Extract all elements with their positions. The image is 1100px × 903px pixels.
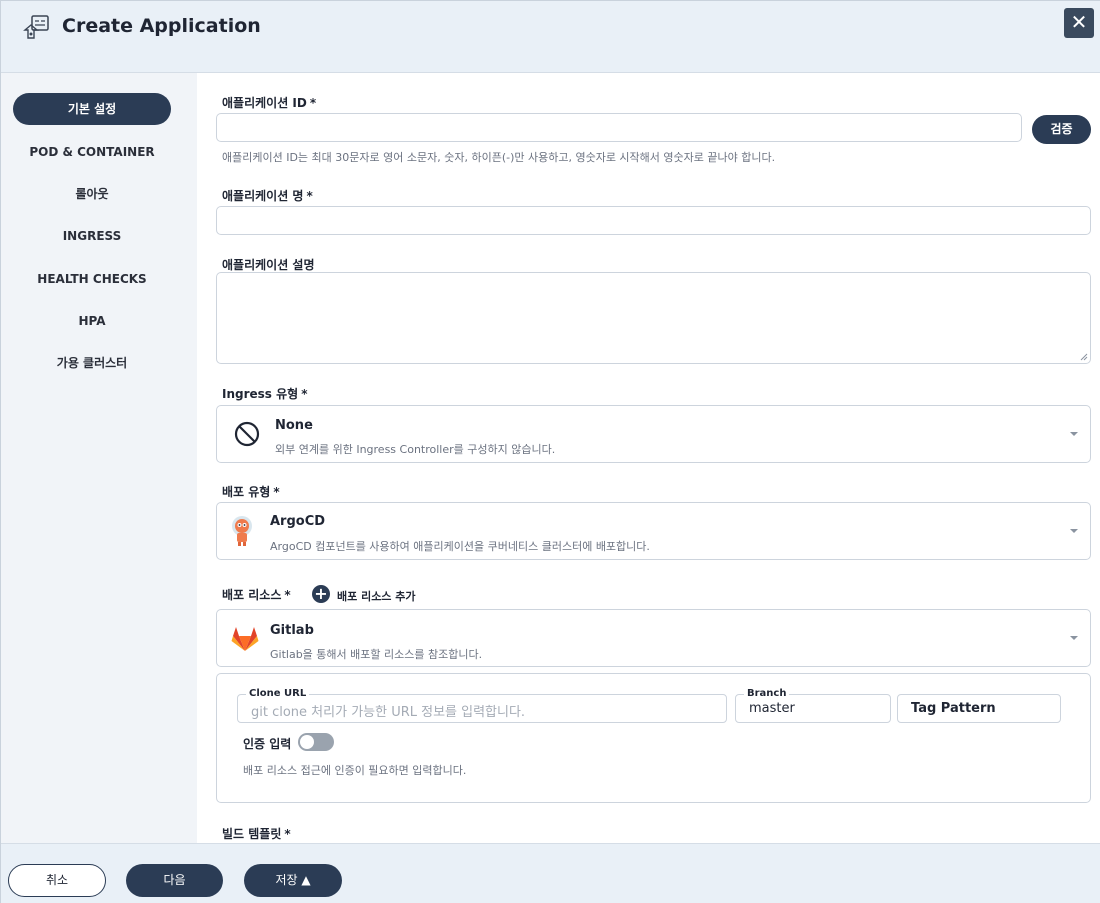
auth-hint: 배포 리소스 접근에 인증이 필요하면 입력합니다. [243,764,467,777]
add-resource-link[interactable]: 배포 리소스 추가 [337,588,416,604]
deploy-type-label: 배포 유형 * [222,485,280,499]
add-resource-icon[interactable]: + [312,585,330,603]
form-panel: 애플리케이션 ID * 검증 애플리케이션 ID는 최대 30문자로 영어 소문자… [197,73,1100,843]
tag-pattern-placeholder: Tag Pattern [911,701,996,716]
sidebar-item-rollout[interactable]: 롤아웃 [13,178,171,210]
app-desc-textarea[interactable] [216,272,1091,364]
sidebar-item-basic-settings[interactable]: 기본 설정 [13,93,171,125]
sidebar-item-hpa[interactable]: HPA [13,305,171,337]
dialog-header: Create Application ✕ [1,1,1100,73]
argocd-logo-icon [232,516,252,546]
clone-url-placeholder: git clone 처리가 가능한 URL 정보를 입력합니다. [251,705,526,720]
sidebar-item-available-clusters[interactable]: 가용 클러스터 [13,347,171,379]
ingress-type-desc: 외부 연계를 위한 Ingress Controller를 구성하지 않습니다. [275,443,556,456]
branch-field[interactable]: Branch master [735,688,891,723]
branch-legend: Branch [744,688,790,699]
auth-input-label: 인증 입력 [243,737,292,751]
chevron-down-icon [1070,636,1078,640]
deploy-resource-label: 배포 리소스 * [222,588,291,602]
deploy-type-value: ArgoCD [270,514,326,529]
puzzle-app-icon [23,15,49,39]
sidebar-item-health-checks[interactable]: HEALTH CHECKS [13,263,171,295]
build-template-label: 빌드 템플릿 * [222,827,291,841]
sidebar-item-ingress[interactable]: INGRESS [13,220,171,252]
app-name-input[interactable] [216,206,1091,235]
app-id-input[interactable] [216,113,1022,142]
save-button[interactable]: 저장 ▲ [244,864,342,897]
ingress-type-select[interactable]: None 외부 연계를 위한 Ingress Controller를 구성하지 … [216,405,1091,463]
app-id-hint: 애플리케이션 ID는 최대 30문자로 영어 소문자, 숫자, 하이픈(-)만 … [222,151,776,164]
deploy-resource-desc: Gitlab을 통해서 배포할 리소스를 참조합니다. [270,648,483,661]
chevron-down-icon [1070,529,1078,533]
clone-url-field[interactable]: Clone URL git clone 처리가 가능한 URL 정보를 입력합니… [237,688,727,723]
deploy-type-select[interactable]: ArgoCD ArgoCD 컴포넌트를 사용하여 애플리케이션을 쿠버네티스 클… [216,502,1091,560]
resize-handle-icon[interactable] [1080,353,1088,361]
app-desc-label: 애플리케이션 설명 [222,258,315,272]
deploy-resource-select[interactable]: Gitlab Gitlab을 통해서 배포할 리소스를 참조합니다. [216,609,1091,667]
dialog-title: Create Application [62,15,261,37]
no-entry-icon [234,421,260,447]
chevron-down-icon [1070,432,1078,436]
branch-value: master [749,701,795,716]
resource-detail-panel: Clone URL git clone 처리가 가능한 URL 정보를 입력합니… [216,673,1091,803]
gitlab-logo-icon [231,627,259,651]
sidebar-nav: 기본 설정 POD & CONTAINER 롤아웃 INGRESS HEALTH… [1,73,197,843]
app-name-label: 애플리케이션 명 * [222,189,313,203]
deploy-resource-value: Gitlab [270,623,314,638]
ingress-type-value: None [275,418,313,433]
cancel-button[interactable]: 취소 [8,864,106,897]
create-application-dialog: Create Application ✕ 기본 설정 POD & CONTAIN… [0,0,1100,903]
dialog-footer: 취소 다음 저장 ▲ [1,843,1100,903]
verify-button[interactable]: 검증 [1032,115,1091,144]
next-button[interactable]: 다음 [126,864,223,897]
tag-pattern-field[interactable]: Tag Pattern [897,694,1061,723]
ingress-type-label: Ingress 유형 * [222,387,308,401]
close-button[interactable]: ✕ [1064,8,1094,38]
toggle-knob [300,735,314,749]
auth-toggle[interactable] [298,733,334,751]
clone-url-legend: Clone URL [246,688,310,699]
deploy-type-desc: ArgoCD 컴포넌트를 사용하여 애플리케이션을 쿠버네티스 클러스터에 배포… [270,540,650,553]
close-icon: ✕ [1070,10,1088,34]
sidebar-item-pod-container[interactable]: POD & CONTAINER [13,136,171,168]
app-id-label: 애플리케이션 ID * [222,96,317,110]
